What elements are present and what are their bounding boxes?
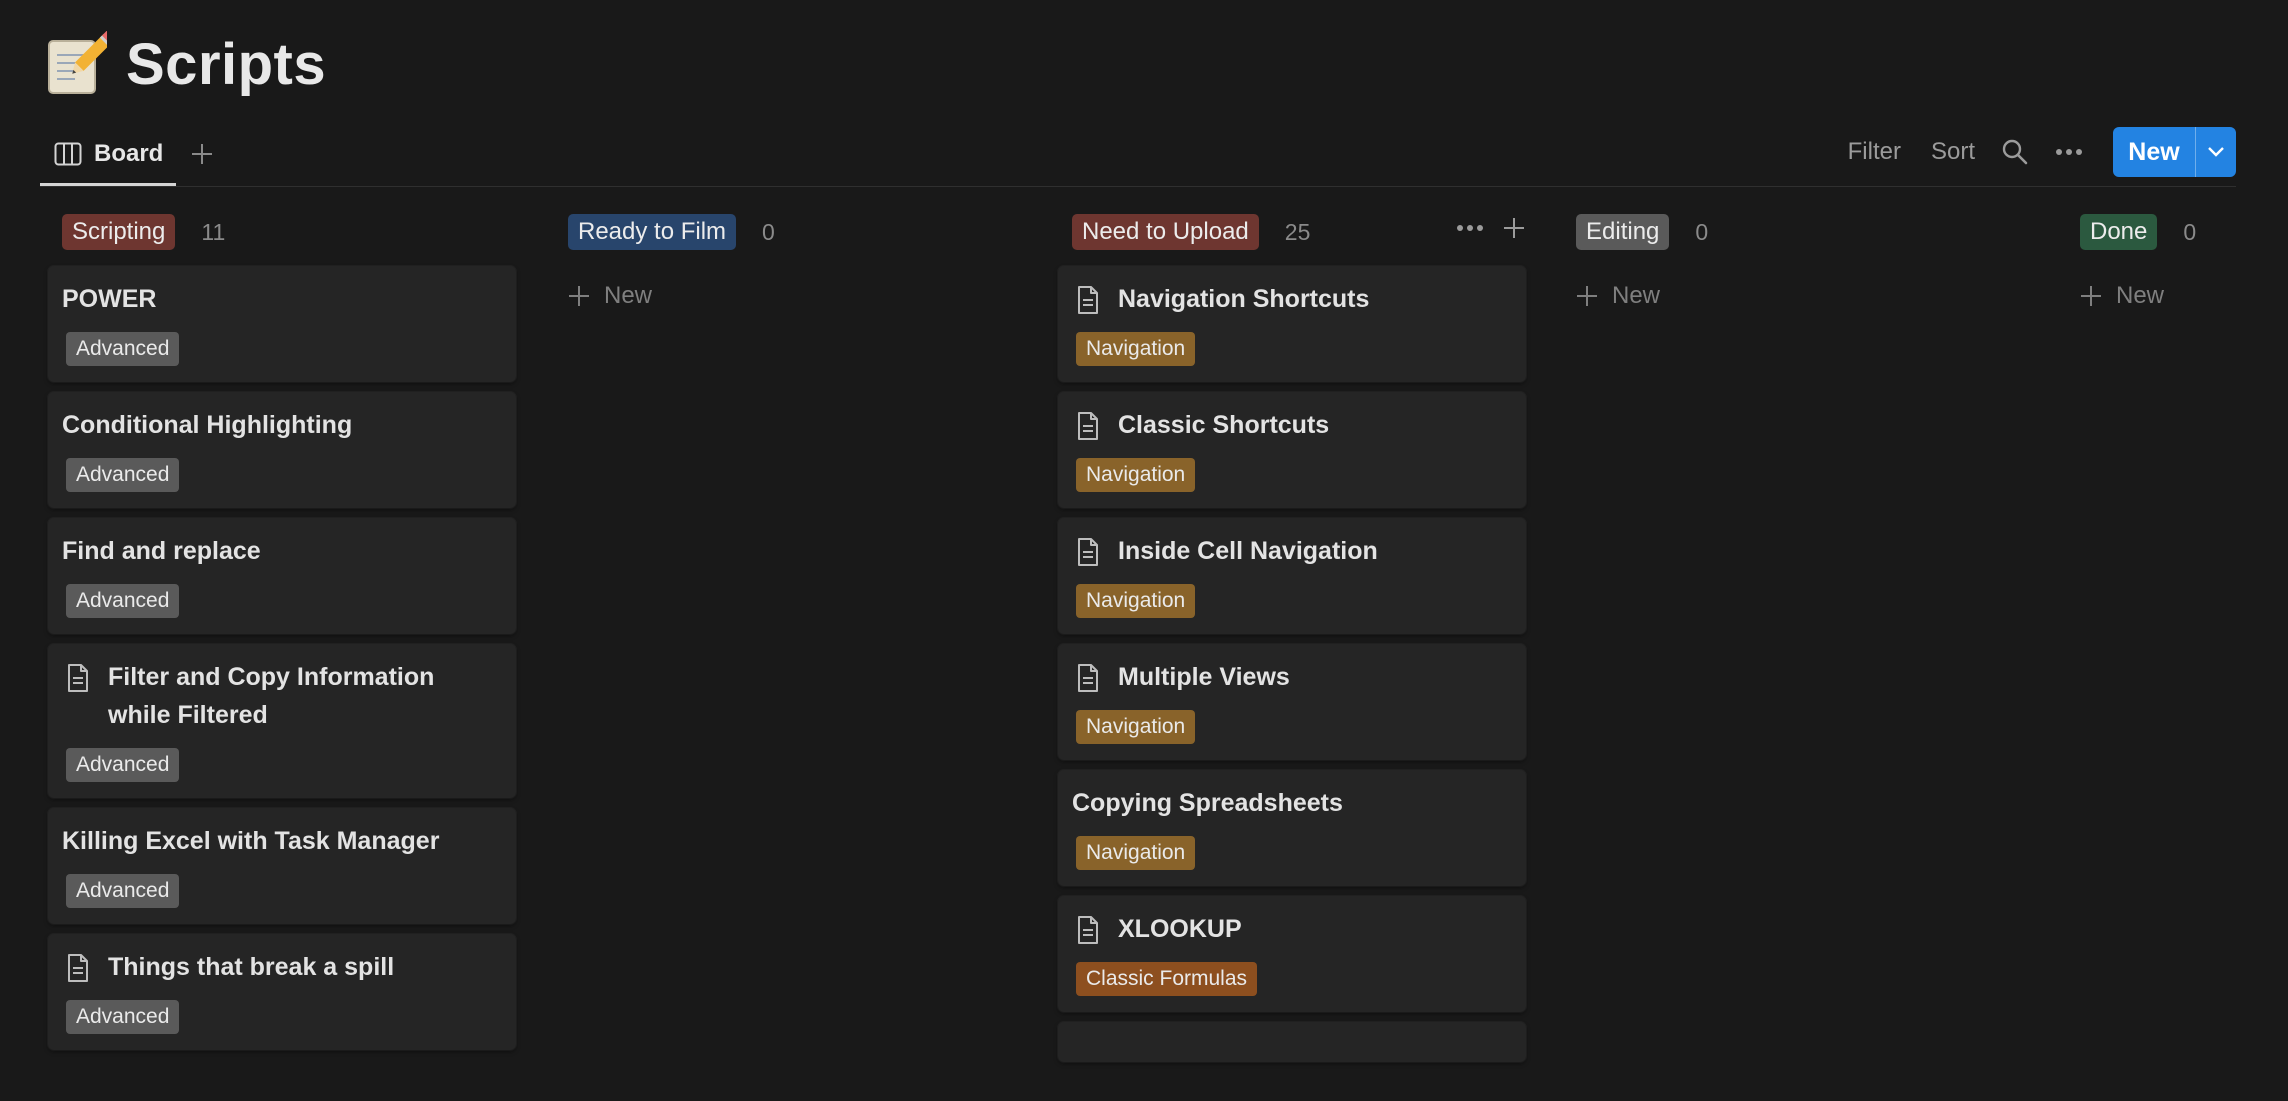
plus-icon	[1576, 285, 1598, 307]
document-icon	[62, 662, 94, 694]
column-editing: Editing 0 New	[1562, 212, 2030, 316]
card[interactable]: Killing Excel with Task Manager Advanced	[48, 808, 516, 924]
card-tag: Advanced	[66, 874, 180, 908]
column-header: Scripting 11	[48, 212, 516, 252]
card-title: Copying Spreadsheets	[1072, 789, 1343, 817]
column-new-label: New	[1612, 282, 1661, 309]
memo-pencil-icon[interactable]	[44, 31, 108, 97]
column-new-button[interactable]: New	[554, 276, 1022, 316]
plus-icon	[190, 142, 214, 166]
column-new-label: New	[2116, 282, 2165, 309]
card-tag: Navigation	[1076, 584, 1196, 618]
column-need-to-upload: Need to Upload 25 Navigation Shortcuts N…	[1058, 212, 1526, 1062]
card-tag: Navigation	[1076, 710, 1196, 744]
document-icon	[1072, 662, 1104, 694]
status-pill[interactable]: Editing	[1576, 214, 1670, 250]
card-partial[interactable]	[1058, 1022, 1526, 1062]
card[interactable]: Navigation Shortcuts Navigation	[1058, 266, 1526, 382]
column-count: 11	[201, 218, 226, 245]
status-pill[interactable]: Need to Upload	[1072, 214, 1259, 250]
new-button[interactable]: New	[2113, 127, 2195, 177]
card[interactable]: Conditional Highlighting Advanced	[48, 392, 516, 508]
column-new-label: New	[604, 282, 653, 309]
column-scripting: Scripting 11 POWER Advanced Conditional …	[48, 212, 516, 1050]
tab-board-label: Board	[94, 139, 164, 167]
card-list: Navigation Shortcuts Navigation Classic …	[1058, 266, 1526, 1062]
document-icon	[1072, 914, 1104, 946]
card-tag: Navigation	[1076, 332, 1196, 366]
column-count: 0	[762, 218, 775, 245]
add-view-button[interactable]	[182, 134, 222, 174]
card[interactable]: Copying Spreadsheets Navigation	[1058, 770, 1526, 886]
card[interactable]: Classic Shortcuts Navigation	[1058, 392, 1526, 508]
card[interactable]: Find and replace Advanced	[48, 518, 516, 634]
document-icon	[1072, 410, 1104, 442]
new-dropdown-button[interactable]	[2195, 127, 2236, 177]
plus-icon	[568, 285, 590, 307]
column-header: Done 0	[2066, 212, 2266, 252]
status-pill[interactable]: Done	[2080, 214, 2158, 250]
column-actions	[1456, 216, 1526, 240]
card-title: Filter and Copy Information while Filter…	[108, 663, 435, 729]
card-tag: Advanced	[66, 458, 180, 492]
card-tag: Advanced	[66, 748, 180, 782]
card-title: XLOOKUP	[1118, 915, 1242, 943]
card[interactable]: POWER Advanced	[48, 266, 516, 382]
card[interactable]: Multiple Views Navigation	[1058, 644, 1526, 760]
column-new-button[interactable]: New	[1562, 276, 2030, 316]
column-header: Need to Upload 25	[1058, 212, 1526, 252]
card-title: Inside Cell Navigation	[1118, 537, 1378, 565]
document-icon	[1072, 536, 1104, 568]
card-title: Conditional Highlighting	[62, 411, 353, 439]
card-tag: Advanced	[66, 332, 180, 366]
card[interactable]: Inside Cell Navigation Navigation	[1058, 518, 1526, 634]
page-title: Scripts	[126, 31, 327, 97]
sort-button[interactable]: Sort	[1931, 138, 1975, 166]
card-tag: Advanced	[66, 584, 180, 618]
search-icon[interactable]	[2001, 138, 2029, 166]
page-header: Scripts	[44, 24, 326, 104]
toolbar-actions: Filter Sort New	[1818, 126, 2236, 178]
column-count: 0	[2183, 218, 2197, 245]
card-title: Multiple Views	[1118, 663, 1290, 691]
tab-board[interactable]: Board	[40, 124, 176, 186]
card-title: Find and replace	[62, 537, 261, 565]
card-title: Classic Shortcuts	[1118, 411, 1330, 439]
card-tag: Navigation	[1076, 836, 1196, 870]
column-header: Ready to Film 0	[554, 212, 1022, 252]
column-header: Editing 0	[1562, 212, 2030, 252]
card-tag: Advanced	[66, 1000, 180, 1034]
card[interactable]: XLOOKUP Classic Formulas	[1058, 896, 1526, 1012]
status-pill[interactable]: Scripting	[62, 214, 176, 250]
column-done: Done 0 New	[2066, 212, 2266, 316]
card-tag: Classic Formulas	[1076, 962, 1258, 996]
column-ready-to-film: Ready to Film 0 New	[554, 212, 1022, 316]
card[interactable]: Things that break a spill Advanced	[48, 934, 516, 1050]
column-new-button[interactable]: New	[2066, 276, 2266, 316]
plus-icon[interactable]	[1502, 216, 1526, 240]
more-options-icon[interactable]	[2055, 148, 2083, 156]
column-count: 25	[1284, 218, 1311, 245]
card[interactable]: Filter and Copy Information while Filter…	[48, 644, 516, 798]
board-view-icon	[54, 142, 82, 166]
card-tag: Navigation	[1076, 458, 1196, 492]
more-options-icon[interactable]	[1456, 224, 1484, 232]
card-title: Navigation Shortcuts	[1118, 285, 1370, 313]
filter-button[interactable]: Filter	[1848, 138, 1901, 166]
document-icon	[62, 952, 94, 984]
status-pill[interactable]: Ready to Film	[568, 214, 737, 250]
plus-icon	[2080, 285, 2102, 307]
board-page: Scripts Board Filter Sort New Scripting …	[0, 0, 2288, 1101]
card-list: POWER Advanced Conditional Highlighting …	[48, 266, 516, 1050]
card-title: Things that break a spill	[108, 953, 395, 981]
chevron-down-icon	[2207, 146, 2225, 158]
document-icon	[1072, 284, 1104, 316]
new-split-button: New	[2113, 127, 2236, 177]
view-toolbar: Board Filter Sort New	[40, 124, 2236, 187]
column-count: 0	[1695, 218, 1709, 245]
card-title: POWER	[62, 285, 157, 313]
card-title: Killing Excel with Task Manager	[62, 827, 440, 855]
